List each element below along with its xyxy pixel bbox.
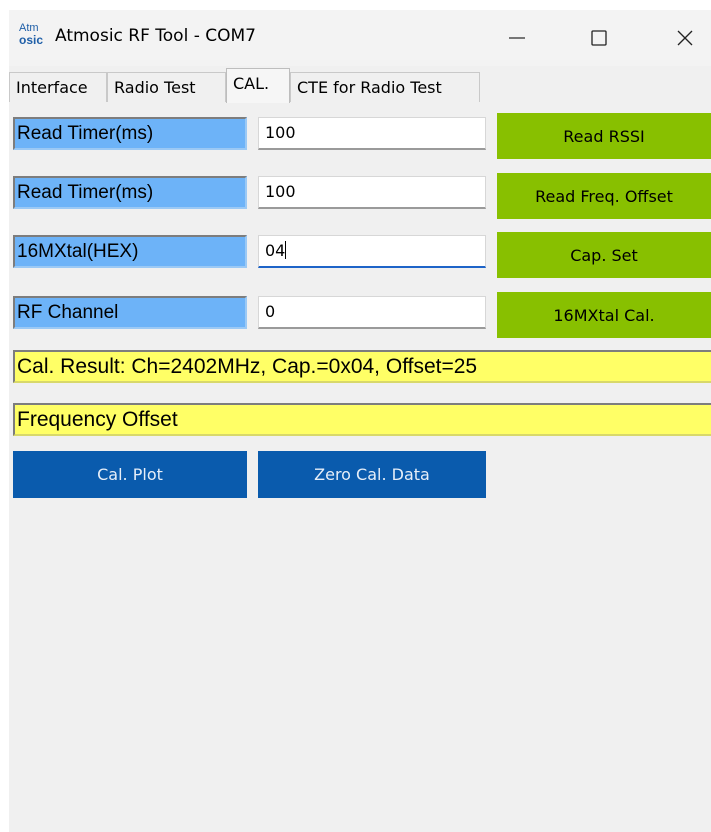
cal-plot-button[interactable]: Cal. Plot	[13, 451, 247, 498]
app-logo-icon: Atm osic	[19, 22, 47, 50]
rssi-timer-input[interactable]: 100	[258, 117, 486, 150]
logo-text-bottom: osic	[19, 33, 44, 47]
xtal-hex-label: 16MXtal(HEX)	[13, 235, 247, 268]
read-timer-label: Read Timer(ms)	[13, 117, 247, 150]
read-rssi-button[interactable]: Read RSSI	[497, 113, 711, 159]
close-icon	[677, 30, 693, 46]
freq-timer-input[interactable]: 100	[258, 176, 486, 209]
maximize-icon	[591, 30, 607, 46]
title-bar[interactable]: Atm osic Atmosic RF Tool - COM7	[9, 10, 711, 66]
tab-bar: Interface Radio Test CAL. CTE for Radio …	[9, 68, 711, 103]
xtal-hex-input[interactable]: 04	[258, 235, 486, 268]
minimize-icon	[509, 37, 525, 39]
tab-interface[interactable]: Interface	[9, 72, 107, 102]
read-timer-label-2: Read Timer(ms)	[13, 176, 247, 209]
read-freq-offset-button[interactable]: Read Freq. Offset	[497, 173, 711, 219]
xtal-hex-value: 04	[265, 241, 286, 260]
rf-channel-input[interactable]: 0	[258, 296, 486, 329]
cal-result-display: Cal. Result: Ch=2402MHz, Cap.=0x04, Offs…	[13, 350, 711, 383]
cap-set-button[interactable]: Cap. Set	[497, 232, 711, 278]
tab-cal[interactable]: CAL.	[226, 68, 290, 103]
window-title: Atmosic RF Tool - COM7	[55, 26, 256, 46]
tab-radio-test[interactable]: Radio Test	[107, 72, 226, 102]
rf-channel-label: RF Channel	[13, 296, 247, 329]
close-button[interactable]	[659, 10, 711, 66]
maximize-button[interactable]	[569, 10, 629, 66]
mode-display: Frequency Offset	[13, 403, 711, 436]
text-caret	[285, 241, 287, 259]
tab-cte-radio-test[interactable]: CTE for Radio Test	[290, 72, 480, 102]
xtal-cal-button[interactable]: 16MXtal Cal.	[497, 292, 711, 338]
zero-cal-data-button[interactable]: Zero Cal. Data	[258, 451, 486, 498]
app-window: Atm osic Atmosic RF Tool - COM7 Interfac…	[9, 10, 711, 832]
minimize-button[interactable]	[487, 10, 547, 66]
